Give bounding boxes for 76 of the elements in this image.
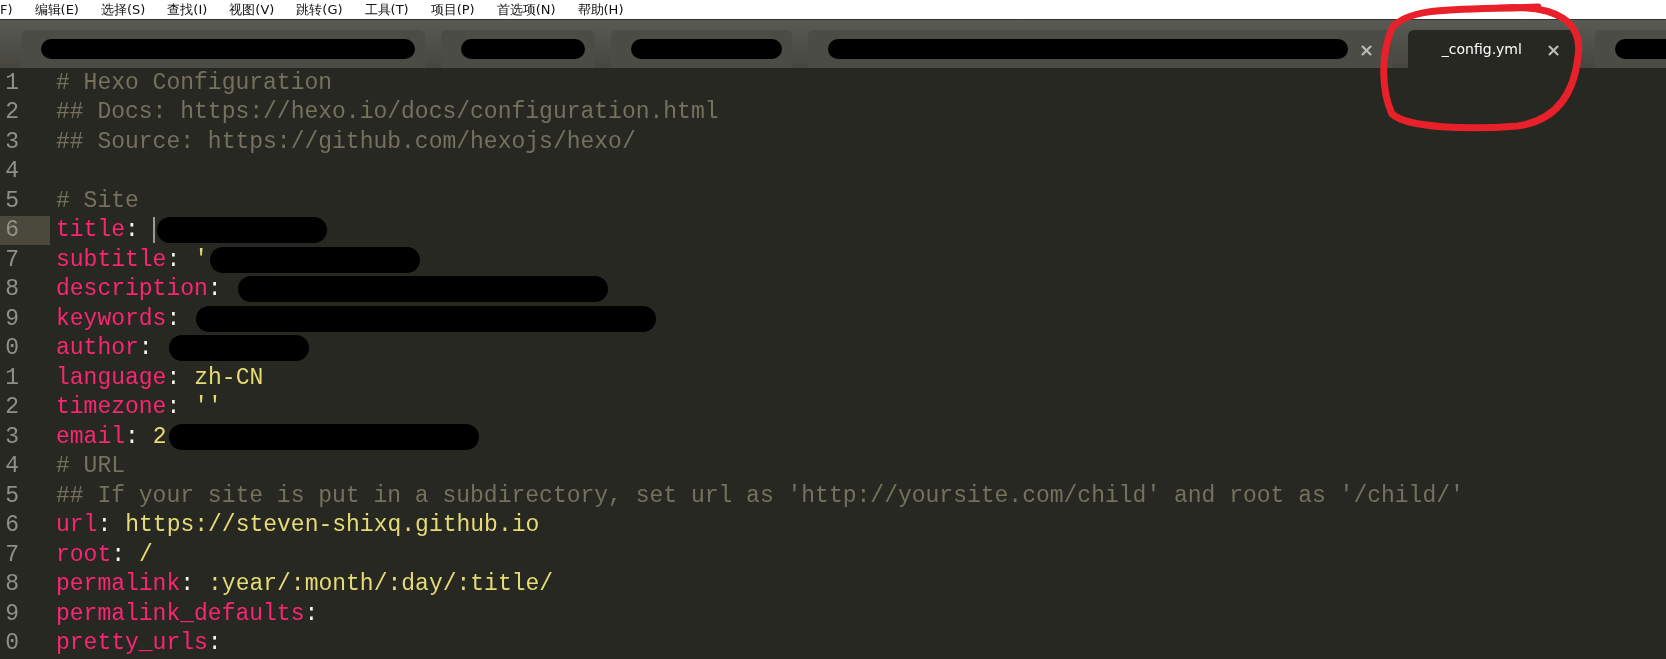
line-number: 1: [5, 364, 19, 391]
line-number: 1: [5, 69, 19, 96]
code-comment: ## If your site is put in a subdirectory, set url as 'http://yoursite.com/child' and root as '/child/': [56, 482, 1464, 509]
config-key: keywords: [56, 305, 167, 332]
colon: :: [125, 423, 139, 450]
line-number: 8: [5, 276, 19, 303]
config-key: author: [56, 335, 139, 362]
editor-tab[interactable]: [611, 30, 792, 68]
code-comment: ## Source: https://github.com/hexojs/hexo/: [56, 128, 636, 155]
editor-tab[interactable]: [21, 30, 425, 68]
colon: :: [111, 541, 126, 568]
line-number: 9: [5, 600, 19, 627]
colon: :: [166, 364, 181, 391]
colon: :: [207, 276, 222, 303]
menu-item[interactable]: 工具(T): [364, 1, 409, 18]
line-number: 6: [5, 512, 19, 539]
config-key: timezone: [56, 394, 167, 421]
line-number: 5: [5, 482, 19, 509]
line-number: 9: [5, 305, 19, 332]
config-key: permalink: [56, 571, 181, 598]
config-value: zh-CN: [194, 364, 264, 391]
code-comment: # Site: [56, 187, 139, 214]
menu-item[interactable]: 编辑(E): [34, 1, 79, 18]
colon: :: [304, 600, 319, 627]
colon: :: [166, 305, 181, 332]
menu-item[interactable]: 跳转(G): [296, 1, 343, 18]
config-key: pretty_urls: [56, 630, 208, 657]
config-key: language: [56, 364, 167, 391]
line-number: 7: [5, 246, 19, 273]
line-number: 7: [5, 541, 19, 568]
config-key: subtitle: [56, 246, 167, 273]
config-value: ': [194, 246, 209, 273]
menu-item[interactable]: 首选项(N): [496, 1, 556, 18]
editor-tab[interactable]: ×: [808, 30, 1392, 68]
close-icon[interactable]: ×: [1358, 38, 1374, 60]
code-comment: # URL: [56, 453, 125, 480]
config-key: email: [56, 423, 125, 450]
colon: :: [166, 394, 181, 421]
line-number: 3: [5, 423, 19, 450]
colon: :: [125, 217, 139, 244]
line-number: 3: [5, 128, 19, 155]
config-key: title: [56, 217, 125, 244]
code-comment: ## Docs: https://hexo.io/docs/configuration.html: [56, 99, 719, 126]
line-number: 2: [5, 394, 19, 421]
line-number: 5: [5, 187, 19, 214]
colon: :: [180, 571, 195, 598]
menu-item[interactable]: 视图(V): [229, 1, 275, 18]
menu-item[interactable]: F): [0, 1, 13, 18]
colon: :: [207, 630, 222, 657]
menu-item[interactable]: 帮助(H): [577, 1, 624, 18]
code-comment: # Hexo Configuration: [56, 69, 333, 96]
close-icon[interactable]: ×: [1545, 38, 1561, 60]
line-number: 4: [5, 158, 19, 185]
config-value: 2: [152, 423, 167, 450]
line-number: 2: [5, 99, 19, 126]
menu-item[interactable]: 查找(I): [167, 1, 208, 18]
menu-item[interactable]: 选择(S): [100, 1, 146, 18]
config-value: https://steven-shixq.github.io: [125, 512, 540, 539]
line-number: 4: [5, 453, 19, 480]
colon: :: [166, 246, 181, 273]
colon: :: [138, 335, 153, 362]
menu-item[interactable]: 项目(P): [430, 1, 475, 18]
config-key: description: [56, 276, 208, 303]
line-number: 0: [5, 630, 19, 657]
config-key: permalink_defaults: [56, 600, 305, 627]
config-value: :year/:month/:day/:title/: [208, 571, 554, 598]
text-cursor: [152, 217, 155, 244]
config-value: /: [139, 541, 153, 568]
editor-tab[interactable]: [441, 30, 595, 68]
line-number: 0: [5, 335, 19, 362]
config-value: '': [194, 394, 222, 421]
line-number: 6: [5, 217, 19, 244]
config-key: root: [56, 541, 112, 568]
config-key: url: [56, 512, 98, 539]
line-number: 8: [5, 571, 19, 598]
colon: :: [97, 512, 112, 539]
